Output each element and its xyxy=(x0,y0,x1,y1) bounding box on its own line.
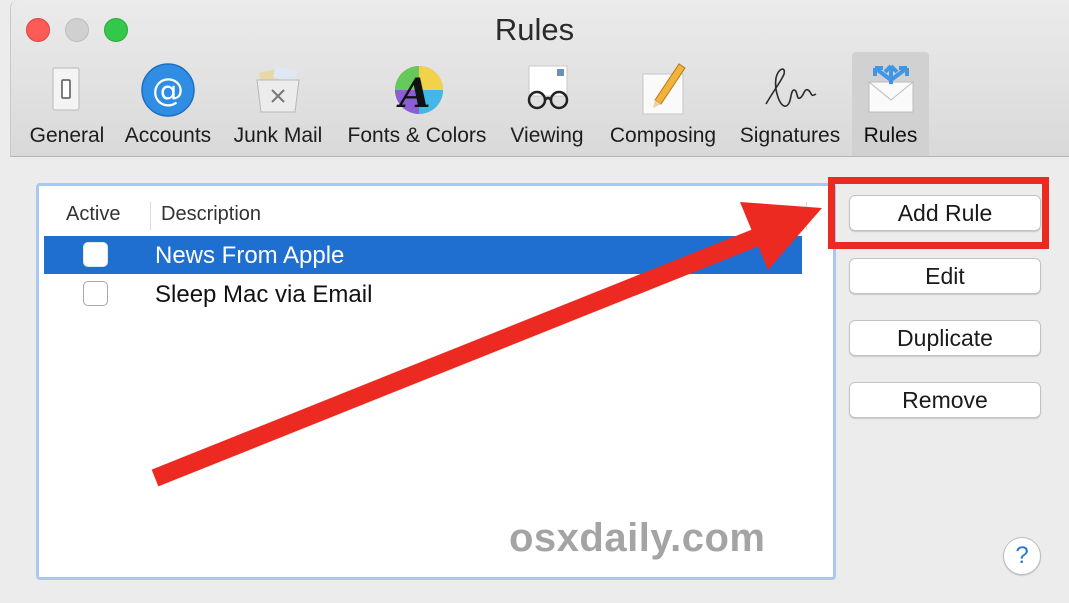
glasses-envelope-icon xyxy=(527,65,569,110)
tab-junk-mail[interactable]: Junk Mail xyxy=(228,52,328,156)
general-switch-icon xyxy=(52,67,80,111)
svg-text:@: @ xyxy=(152,71,184,109)
at-sign-icon: @ xyxy=(141,63,195,117)
window-title: Rules xyxy=(494,12,575,47)
tab-signatures[interactable]: Signatures xyxy=(732,52,848,156)
column-header-description[interactable]: Description xyxy=(161,203,261,226)
svg-text:A: A xyxy=(395,70,430,117)
tab-label: General xyxy=(29,124,105,147)
remove-button[interactable]: Remove xyxy=(849,382,1041,418)
tab-composing[interactable]: Composing xyxy=(600,52,726,156)
edit-button[interactable]: Edit xyxy=(849,258,1041,294)
junk-trash-icon xyxy=(256,66,300,113)
rule-row-news-from-apple[interactable]: News From Apple xyxy=(44,236,802,274)
watermark: osxdaily.com xyxy=(509,516,766,560)
preferences-window: Rules General @ Accounts Junk Mail A Fon… xyxy=(0,0,1069,603)
annotation-highlight-box xyxy=(828,177,1049,249)
tab-label: Fonts & Colors xyxy=(347,124,487,147)
tab-label: Signatures xyxy=(739,124,841,147)
rule-active-checkbox[interactable] xyxy=(83,281,108,306)
list-header: Active Description xyxy=(44,194,807,237)
rule-description: Sleep Mac via Email xyxy=(155,281,373,308)
pencil-paper-icon xyxy=(642,63,686,115)
column-divider xyxy=(150,202,151,230)
duplicate-button[interactable]: Duplicate xyxy=(849,320,1041,356)
rules-envelope-arrows-icon xyxy=(868,64,913,113)
tab-label: Rules xyxy=(863,124,918,147)
help-button[interactable]: ? xyxy=(1003,537,1041,575)
tab-viewing[interactable]: Viewing xyxy=(503,52,591,156)
tab-label: Viewing xyxy=(510,124,584,147)
signature-icon xyxy=(765,68,817,107)
rule-row-sleep-mac[interactable]: Sleep Mac via Email xyxy=(44,275,802,313)
tab-label: Composing xyxy=(609,124,717,147)
tab-general[interactable]: General xyxy=(22,52,112,156)
rule-active-checkbox[interactable] xyxy=(83,242,108,267)
rules-list[interactable]: Active Description News From Apple Sleep… xyxy=(36,183,836,580)
tab-accounts[interactable]: @ Accounts xyxy=(118,52,218,156)
tab-fonts-colors[interactable]: A Fonts & Colors xyxy=(338,52,496,156)
tab-label: Accounts xyxy=(124,124,212,147)
font-color-wheel-icon: A xyxy=(395,66,443,117)
rule-description: News From Apple xyxy=(155,242,345,269)
column-header-active[interactable]: Active xyxy=(66,203,120,226)
tab-rules[interactable]: Rules xyxy=(852,52,929,156)
column-divider xyxy=(806,202,807,230)
tab-label: Junk Mail xyxy=(233,124,323,147)
